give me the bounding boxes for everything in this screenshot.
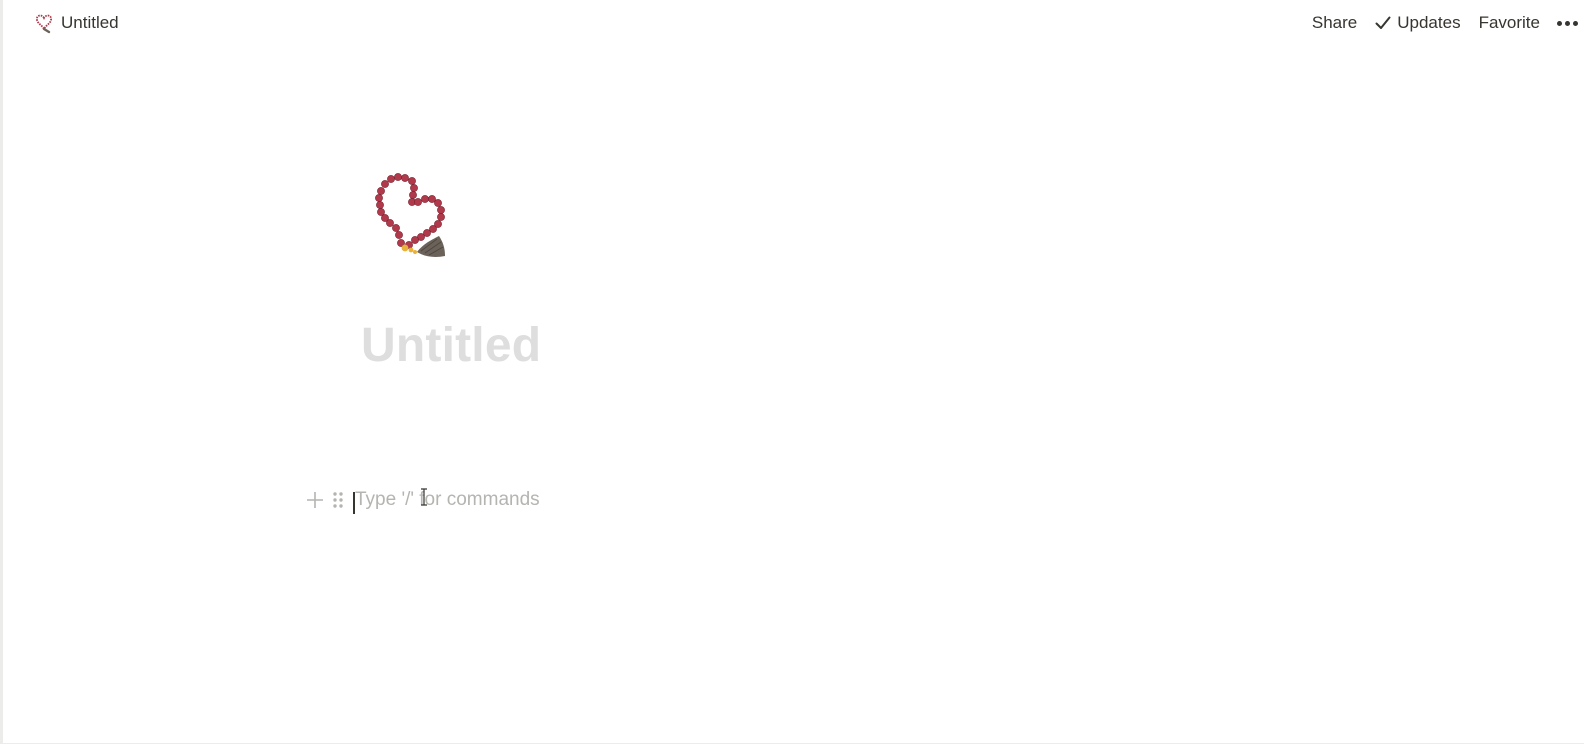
topbar: Untitled Share Updates Favorite: [3, 0, 1584, 46]
prayer-beads-icon: [33, 12, 55, 34]
text-caret: [353, 492, 355, 514]
page-title[interactable]: Untitled: [361, 318, 541, 373]
drag-handle-icon[interactable]: [329, 488, 347, 512]
block-editor[interactable]: Type '/' for commands: [353, 486, 613, 514]
favorite-button[interactable]: Favorite: [1470, 9, 1549, 37]
block-placeholder: Type '/' for commands: [355, 489, 540, 510]
text-block: Type '/' for commands: [303, 482, 613, 518]
prayer-beads-emoji-icon: [375, 173, 445, 257]
topbar-actions: Share Updates Favorite: [1303, 0, 1584, 46]
breadcrumb[interactable]: Untitled: [29, 9, 123, 37]
more-horizontal-icon[interactable]: [1549, 17, 1584, 30]
ibeam-cursor-icon: [419, 488, 429, 512]
breadcrumb-title: Untitled: [61, 13, 119, 32]
page-frame: Untitled Share Updates Favorite Untitled…: [0, 0, 1584, 744]
updates-label: Updates: [1397, 13, 1461, 32]
page-icon[interactable]: [359, 166, 459, 266]
updates-button[interactable]: Updates: [1366, 9, 1469, 37]
share-button[interactable]: Share: [1303, 9, 1366, 37]
add-block-plus-icon[interactable]: [303, 488, 327, 512]
check-icon: [1375, 16, 1391, 30]
